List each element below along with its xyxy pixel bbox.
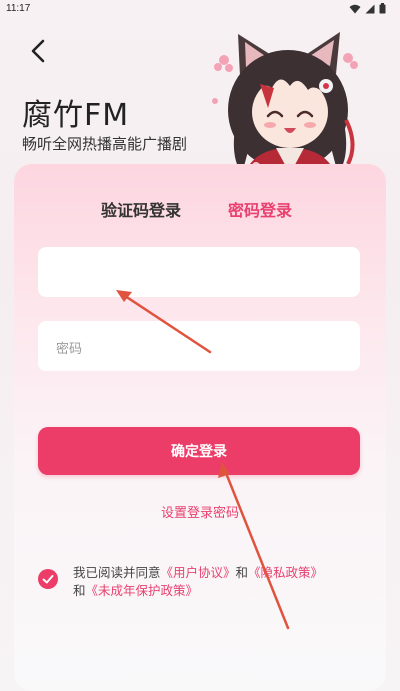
app-title: 腐竹FM [22, 98, 130, 133]
signal-icon [365, 4, 375, 13]
confirm-login-button[interactable]: 确定登录 [38, 427, 360, 475]
back-icon[interactable] [28, 38, 50, 64]
agreement-and-1: 和 [235, 565, 249, 580]
phone-input[interactable] [38, 247, 360, 297]
login-page: 11:17 腐竹FM 畅听全网热播高能广播剧 验证码登录 密码登录 密码 确定登… [0, 0, 400, 691]
minor-policy-link[interactable]: 《未成年保护政策》 [86, 583, 199, 598]
agreement-and-2: 和 [73, 583, 86, 598]
password-input[interactable]: 密码 [38, 321, 360, 371]
status-time: 11:17 [6, 3, 31, 14]
agreement-prefix: 我已阅读并同意 [73, 565, 161, 580]
status-bar: 11:17 [0, 0, 400, 18]
status-icons [349, 3, 386, 14]
agreement-checkbox[interactable] [38, 569, 58, 589]
password-placeholder: 密码 [56, 342, 83, 357]
wifi-icon [349, 4, 361, 13]
set-password-link[interactable]: 设置登录密码 [0, 502, 400, 521]
tab-password-login[interactable]: 密码登录 [228, 197, 292, 221]
agreement-text: 我已阅读并同意《用户协议》和《隐私政策》 和《未成年保护政策》 [73, 564, 363, 600]
app-subtitle: 畅听全网热播高能广播剧 [22, 135, 188, 153]
check-icon [42, 575, 54, 584]
privacy-policy-link[interactable]: 《隐私政策》 [248, 565, 323, 580]
login-tabs: 验证码登录 密码登录 [14, 197, 386, 227]
tab-sms-login[interactable]: 验证码登录 [101, 197, 181, 221]
user-agreement-link[interactable]: 《用户协议》 [161, 565, 236, 580]
mascot-illustration [212, 32, 358, 184]
battery-icon [379, 3, 386, 14]
